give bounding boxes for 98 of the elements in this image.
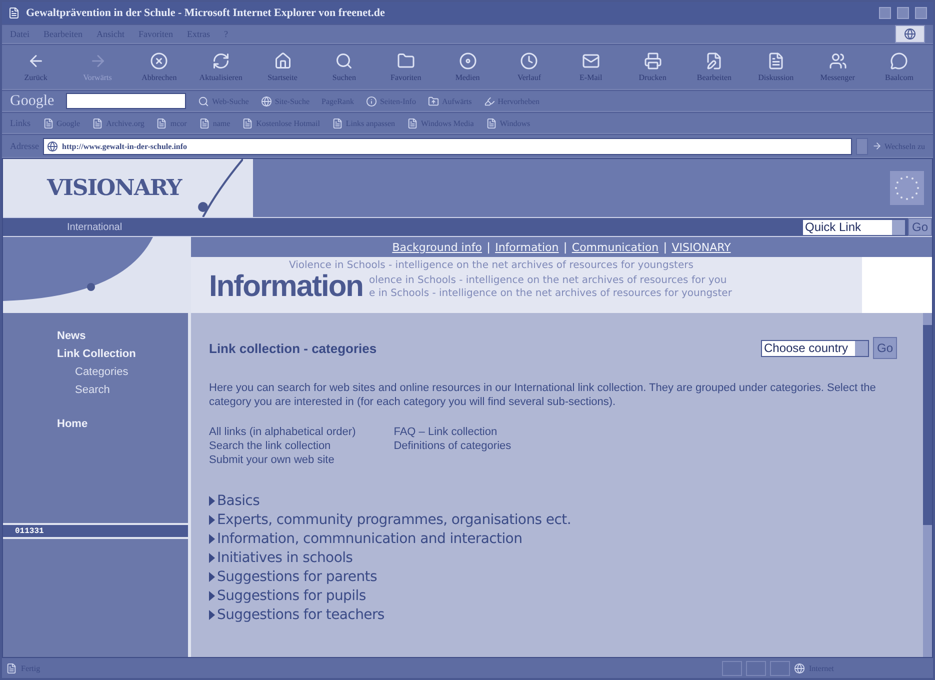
intro-text: Here you can search for web sites and online resources in our International link collection. They are grouped under categories. Select the category you are interested in (for each category you will find several sub-sections). [209, 381, 877, 409]
toolbar-button[interactable]: Zurück [10, 52, 62, 82]
banner-title: Information [209, 272, 363, 302]
stars-flag-icon [890, 171, 924, 205]
document-icon [198, 118, 210, 128]
separator: | [664, 240, 667, 254]
toolbar-button[interactable]: Medien [442, 52, 494, 82]
globe-icon [794, 662, 805, 674]
text-link[interactable]: FAQ – Link collection [394, 425, 512, 439]
go-button[interactable]: Go [872, 337, 897, 359]
category-link[interactable]: Initiatives in schools [217, 550, 353, 566]
document-icon [332, 118, 343, 128]
toolbar-icon [484, 96, 495, 106]
status-pane [770, 660, 790, 676]
section-heading: Link collection - categories [209, 340, 377, 356]
status-pane [722, 660, 742, 676]
scrollbar[interactable] [923, 313, 932, 657]
text-link[interactable]: Submit your own web site [209, 453, 356, 467]
text-link[interactable]: Definitions of categories [394, 439, 512, 453]
logo-text: VISIONARY [47, 175, 182, 201]
toolbar-button[interactable]: Startseite [256, 52, 308, 82]
address-text: http://www.gewalt-in-der-schule.info [62, 142, 188, 150]
toolbar-button[interactable]: Diskussion [750, 52, 802, 82]
arrow-right-icon [872, 141, 882, 151]
toolbar-icon [260, 96, 272, 106]
edit-icon [705, 52, 724, 70]
logo-subtitle: International [67, 222, 124, 232]
page-icon [8, 7, 20, 19]
sidebar-item[interactable]: News [3, 327, 188, 345]
document-icon [486, 118, 497, 128]
toolbar-button[interactable]: Verlauf [503, 52, 556, 82]
document-icon [407, 118, 418, 128]
google-logo: Google [10, 92, 54, 110]
people-icon [828, 52, 847, 70]
visit-counter: 011331 [3, 523, 188, 539]
tagline: olence in Schools - intelligence on the net archives of resources for you [369, 274, 728, 287]
maximize-button[interactable] [897, 7, 909, 19]
toolbar-button[interactable]: Bearbeiten [688, 52, 740, 82]
address-field[interactable]: http://www.gewalt-in-der-schule.info [43, 138, 852, 154]
globe-icon [904, 28, 916, 40]
refresh-icon [212, 52, 230, 70]
toolbar-icon [428, 96, 439, 106]
text-link[interactable]: Search the link collection [209, 439, 356, 453]
toolbar-icon [198, 96, 210, 106]
folder-icon [396, 52, 415, 70]
nav-link[interactable]: VISIONARY [672, 240, 731, 254]
close-button[interactable] [915, 7, 927, 19]
menu-item[interactable]: ? [224, 29, 228, 39]
chat-icon [890, 52, 908, 70]
category-link[interactable]: Basics [217, 493, 260, 509]
quick-link-select[interactable]: Quick Link [802, 218, 906, 236]
printer-icon [644, 52, 662, 70]
disc-icon [458, 52, 477, 70]
text-link[interactable]: All links (in alphabetical order) [209, 425, 356, 439]
page-icon [6, 662, 17, 674]
toolbar-button[interactable]: Aktualisieren [195, 52, 247, 82]
category-link[interactable]: Information, commnunication and interaction [217, 531, 522, 547]
sidebar-item[interactable]: Home [3, 415, 188, 433]
nav-link[interactable]: Information [495, 240, 559, 254]
separator: | [486, 240, 490, 254]
toolbar-button[interactable]: Drucken [626, 52, 678, 82]
globe-icon [47, 140, 58, 152]
nav-link[interactable]: Background info [392, 240, 482, 254]
category-link[interactable]: Experts, community programmes, organisations ect. [217, 512, 571, 528]
toolbar-icon [366, 96, 377, 106]
nav-link[interactable]: Communication [572, 240, 659, 254]
tagline: Violence in Schools - intelligence on the net archives of resources for youngsters [288, 259, 694, 272]
document-icon [42, 118, 54, 128]
country-select[interactable]: Choose country [760, 340, 869, 356]
go-button[interactable]: Go [908, 218, 932, 236]
category-link[interactable]: Suggestions for pupils [217, 588, 366, 604]
category-link[interactable]: Suggestions for parents [217, 569, 377, 585]
status-pane [746, 660, 766, 676]
toolbar-button[interactable]: Baalcom [873, 52, 926, 82]
sidebar-item[interactable]: Link Collection [3, 345, 188, 363]
document-icon [766, 52, 785, 70]
sidebar-subitem[interactable]: Categories [3, 363, 188, 381]
toolbar-button[interactable]: E-Mail [565, 52, 617, 82]
toolbar-button[interactable]: Favoriten [380, 52, 432, 82]
toolbar-button[interactable]: Abbrechen [133, 52, 186, 82]
window-title: Gewaltprävention in der Schule - Microsoft Internet Explorer von freenet.de [26, 7, 386, 19]
dropdown-button[interactable] [856, 138, 868, 154]
separator: | [564, 240, 567, 254]
tagline: e in Schools - intelligence on the net archives of resources for youngster [369, 287, 732, 300]
document-icon [92, 118, 104, 128]
toolbar-button[interactable]: Suchen [318, 52, 370, 82]
home-icon [274, 52, 292, 70]
toolbar-button[interactable]: Messenger [812, 52, 864, 82]
document-icon [156, 118, 168, 128]
category-link[interactable]: Suggestions for teachers [217, 607, 384, 623]
mail-icon [582, 52, 600, 70]
stop-icon [150, 52, 168, 70]
sidebar-subitem[interactable]: Search [3, 381, 188, 399]
search-icon [335, 52, 354, 70]
clock-icon [520, 52, 538, 70]
search-field[interactable] [66, 93, 186, 109]
document-icon [242, 118, 254, 128]
minimize-button[interactable] [879, 7, 891, 19]
